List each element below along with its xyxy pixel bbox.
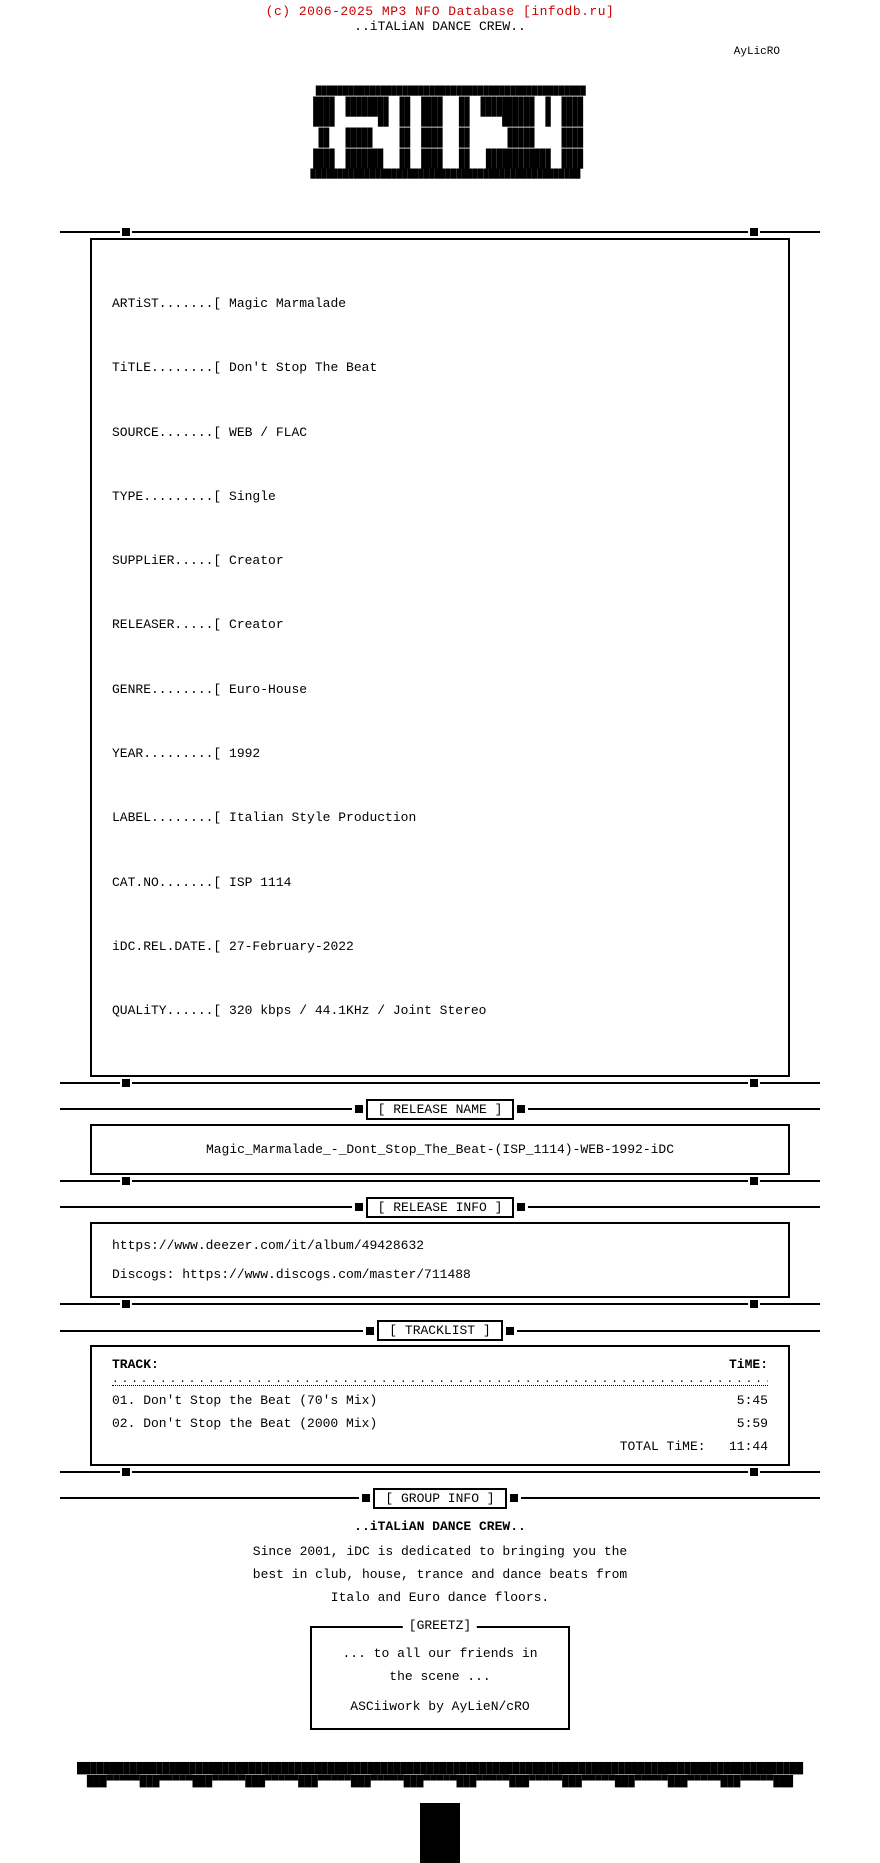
info-source: SOURCE.......[ WEB / FLAC — [112, 422, 768, 443]
greetz-title: [GREETZ] — [403, 1618, 477, 1633]
info-year: YEAR.........[ 1992 — [112, 743, 768, 764]
subtitle-text: ..iTALiAN DANCE CREW.. — [354, 19, 526, 34]
greetz-section: [GREETZ] ... to all our friends in the s… — [310, 1626, 569, 1730]
group-info-label: [ GROUP INFO ] — [373, 1488, 506, 1509]
greetz-content: ... to all our friends in the scene ... … — [342, 1642, 537, 1718]
info-section-wrapper: ARTiST.......[ Magic Marmalade TiTLE....… — [60, 228, 820, 1087]
track-num-title: 01. Don't Stop the Beat (70's Mix) — [112, 1390, 377, 1412]
total-time: TOTAL TiME: 11:44 — [112, 1439, 768, 1454]
info-title: TiTLE........[ Don't Stop The Beat — [112, 357, 768, 378]
attribution-text: AyLicRO — [734, 46, 780, 58]
info-table: ARTiST.......[ Magic Marmalade TiTLE....… — [112, 250, 768, 1065]
tracklist-bottom-deco — [60, 1468, 820, 1476]
release-name-label: [ RELEASE NAME ] — [366, 1099, 515, 1120]
tracklist-rows: 01. Don't Stop the Beat (70's Mix)5:4502… — [112, 1390, 768, 1434]
track-row: 01. Don't Stop the Beat (70's Mix) 5:45 — [112, 1390, 768, 1412]
info-artist: ARTiST.......[ Magic Marmalade — [112, 293, 768, 314]
time-col-header: TiME: — [729, 1357, 768, 1372]
group-name: ..iTALiAN DANCE CREW.. — [110, 1519, 770, 1534]
info-label: LABEL........[ Italian Style Production — [112, 807, 768, 828]
release-info-content: https://www.deezer.com/it/album/49428632… — [112, 1234, 768, 1287]
release-info-url2: Discogs: https://www.discogs.com/master/… — [112, 1263, 768, 1286]
release-name-box: Magic_Marmalade_-_Dont_Stop_The_Beat-(IS… — [90, 1124, 790, 1175]
info-releaser: RELEASER.....[ Creator — [112, 614, 768, 635]
release-info-url1: https://www.deezer.com/it/album/49428632 — [112, 1234, 768, 1257]
greetz-line1: ... to all our friends in — [342, 1642, 537, 1665]
info-catno: CAT.NO.......[ ISP 1114 — [112, 872, 768, 893]
tracklist-separator: ........................................… — [112, 1374, 768, 1386]
release-info-box: https://www.deezer.com/it/album/49428632… — [90, 1222, 790, 1299]
info-type: TYPE.........[ Single — [112, 486, 768, 507]
track-num-title: 02. Don't Stop the Beat (2000 Mix) — [112, 1413, 377, 1435]
release-info-divider: [ RELEASE INFO ] — [60, 1197, 820, 1218]
track-time: 5:45 — [737, 1390, 768, 1412]
track-row: 02. Don't Stop the Beat (2000 Mix) 5:59 — [112, 1413, 768, 1435]
tracklist-label: [ TRACKLIST ] — [377, 1320, 502, 1341]
greetz-line2: the scene ... — [342, 1665, 537, 1688]
info-genre: GENRE........[ Euro-House — [112, 679, 768, 700]
total-time-value: 11:44 — [729, 1439, 768, 1454]
track-col-header: TRACK: — [112, 1357, 159, 1372]
release-info-bottom-deco — [60, 1300, 820, 1308]
logo-area: AyLicRO ████████████████████████████████… — [0, 38, 880, 228]
release-info-section: [ RELEASE INFO ] https://www.deezer.com/… — [60, 1193, 820, 1309]
page-wrapper: (c) 2006-2025 MP3 NFO Database [infodb.r… — [0, 0, 880, 1863]
release-name-section: [ RELEASE NAME ] Magic_Marmalade_-_Dont_… — [60, 1095, 820, 1185]
bottom-pixel-art: ████████████████████████████████████████… — [0, 1750, 880, 1803]
group-info-section: [ GROUP INFO ] ..iTALiAN DANCE CREW.. Si… — [60, 1484, 820, 1616]
release-name-value: Magic_Marmalade_-_Dont_Stop_The_Beat-(IS… — [112, 1136, 768, 1163]
info-quality: QUALiTY......[ 320 kbps / 44.1KHz / Join… — [112, 1000, 768, 1021]
bottom-deco-bar: ████████████████████████████████████████… — [0, 1750, 880, 1803]
total-time-label: TOTAL TiME: — [620, 1439, 706, 1454]
bottom-stem — [420, 1803, 460, 1863]
group-info-divider: [ GROUP INFO ] — [60, 1488, 820, 1509]
tracklist-header: TRACK: TiME: — [112, 1357, 768, 1372]
greetz-box: [GREETZ] ... to all our friends in the s… — [310, 1626, 569, 1730]
ascii-logo: ████████████████████████████████████████… — [294, 86, 586, 179]
group-description: Since 2001, iDC is dedicated to bringing… — [110, 1540, 770, 1610]
info-supplier: SUPPLiER.....[ Creator — [112, 550, 768, 571]
ascii-credit: ASCiiwork by AyLieN/cRO — [342, 1695, 537, 1718]
tracklist-box: TRACK: TiME: ...........................… — [90, 1345, 790, 1465]
header-credit: (c) 2006-2025 MP3 NFO Database [infodb.r… — [266, 4, 615, 19]
release-name-divider: [ RELEASE NAME ] — [60, 1099, 820, 1120]
info-reldate: iDC.REL.DATE.[ 27-February-2022 — [112, 936, 768, 957]
release-info-label: [ RELEASE INFO ] — [366, 1197, 515, 1218]
release-name-bottom-deco — [60, 1177, 820, 1185]
tracklist-divider: [ TRACKLIST ] — [60, 1320, 820, 1341]
info-box: ARTiST.......[ Magic Marmalade TiTLE....… — [90, 238, 790, 1077]
logo-attribution: AyLicRO — [734, 46, 780, 58]
top-deco-line — [60, 228, 820, 236]
tracklist-section: [ TRACKLIST ] TRACK: TiME: .............… — [60, 1316, 820, 1475]
header-subtitle: ..iTALiAN DANCE CREW.. — [354, 19, 526, 34]
track-time: 5:59 — [737, 1413, 768, 1435]
credit-text: (c) 2006-2025 MP3 NFO Database [infodb.r… — [266, 4, 615, 19]
group-info-content: ..iTALiAN DANCE CREW.. Since 2001, iDC i… — [90, 1513, 790, 1616]
bottom-deco-line-info — [60, 1079, 820, 1087]
